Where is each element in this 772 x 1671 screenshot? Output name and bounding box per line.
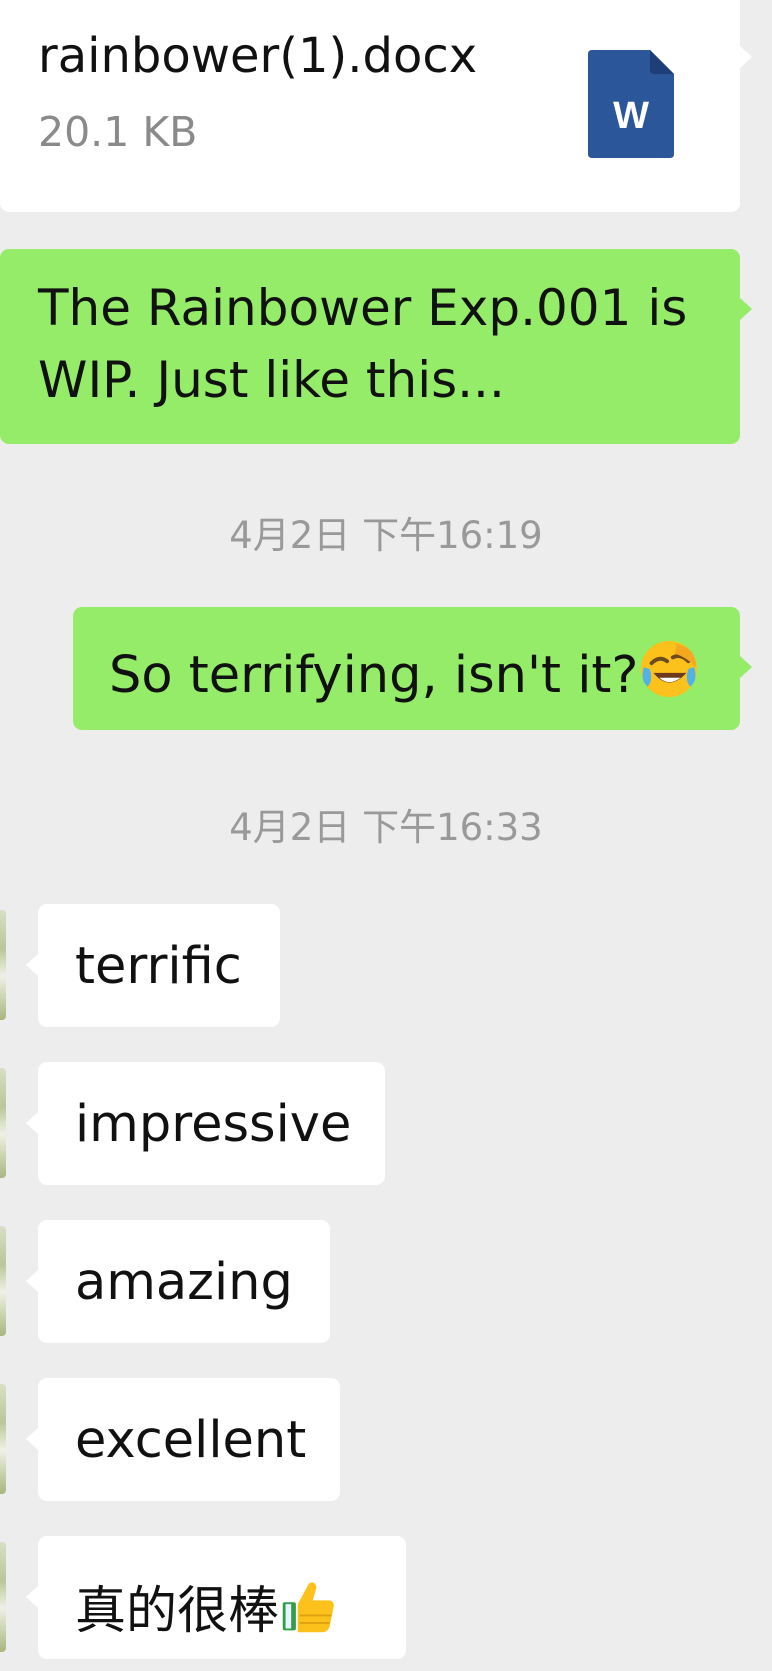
word-icon-letter: W (613, 95, 649, 137)
file-size: 20.1 KB (38, 108, 198, 156)
bubble-tail (26, 954, 38, 976)
received-message-bubble[interactable]: terrific (38, 904, 280, 1027)
message-text: amazing (75, 1253, 293, 1312)
message-text: 真的很棒 (75, 1569, 339, 1643)
bubble-tail (740, 656, 752, 678)
message-text-content: 真的很棒 (75, 1582, 280, 1641)
avatar[interactable] (0, 1542, 6, 1652)
received-message-bubble[interactable]: 真的很棒 (38, 1536, 406, 1659)
word-document-icon: W (588, 50, 674, 158)
received-message-bubble[interactable]: amazing (38, 1220, 330, 1343)
message-text: So terrifying, isn't it? (109, 638, 700, 705)
received-message-bubble[interactable]: excellent (38, 1378, 340, 1501)
message-text: impressive (75, 1095, 352, 1154)
file-message-card[interactable]: rainbower(1).docx 20.1 KB W (0, 0, 740, 212)
bubble-tail (26, 1586, 38, 1608)
bubble-tail (740, 46, 752, 68)
sent-message-bubble[interactable]: So terrifying, isn't it? (73, 607, 740, 730)
face-with-tears-of-joy-emoji (641, 640, 698, 698)
avatar[interactable] (0, 1226, 6, 1336)
received-message-bubble[interactable]: impressive (38, 1062, 385, 1185)
avatar[interactable] (0, 1068, 6, 1178)
message-text-content: So terrifying, isn't it? (109, 646, 639, 705)
bubble-tail (26, 1270, 38, 1292)
sent-message-bubble[interactable]: The Rainbower Exp.001 is WIP. Just like … (0, 249, 740, 444)
bubble-tail (740, 298, 752, 320)
file-name: rainbower(1).docx (38, 28, 478, 84)
bubble-tail (26, 1112, 38, 1134)
timestamp: 4月2日 下午16:19 (229, 514, 543, 557)
avatar[interactable] (0, 910, 6, 1020)
message-text: terrific (75, 937, 242, 996)
message-text-line-1: The Rainbower Exp.001 is (38, 279, 688, 337)
thumbs-up-emoji (282, 1582, 334, 1633)
timestamp: 4月2日 下午16:33 (229, 806, 543, 849)
message-text-line-2: WIP. Just like this... (38, 351, 505, 409)
bubble-tail (26, 1428, 38, 1450)
avatar[interactable] (0, 1384, 6, 1494)
message-text: excellent (75, 1411, 307, 1470)
